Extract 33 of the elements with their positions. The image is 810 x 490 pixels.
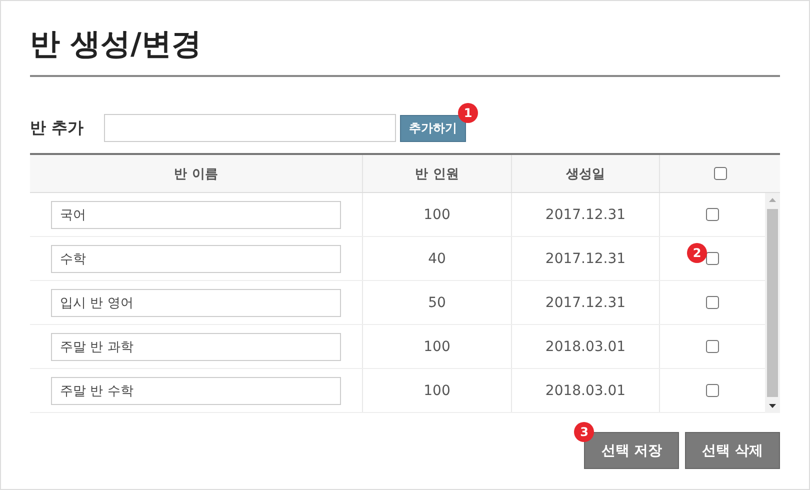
row-checkbox[interactable] — [706, 384, 719, 397]
table-cell: 2017.12.31 — [512, 281, 660, 324]
row-checkbox[interactable] — [706, 296, 719, 309]
class-name-field[interactable]: 주말 반 과학 — [51, 332, 341, 360]
class-name-field[interactable]: 수학 — [51, 244, 341, 272]
table-cell: 100 — [363, 369, 512, 412]
column-header: 반 이름 — [30, 155, 363, 192]
annotation-badge: 1 — [458, 102, 478, 122]
column-header: 반 인원 — [363, 155, 512, 192]
scrollbar[interactable] — [765, 193, 780, 413]
table-cell: 2017.12.31 — [512, 237, 660, 280]
table-cell: 40 — [363, 237, 512, 280]
table-cell: 2018.03.01 — [512, 325, 660, 368]
row-checkbox[interactable] — [706, 252, 719, 265]
annotation-badge: 3 — [574, 422, 594, 442]
page-title: 반 생성/변경 — [30, 23, 780, 77]
add-button[interactable]: 추가하기 — [400, 114, 466, 142]
action-button[interactable]: 선택 삭제 — [685, 432, 780, 469]
class-name-field[interactable]: 입시 반 영어 — [51, 288, 341, 316]
table-cell: 100 — [363, 325, 512, 368]
table-cell: 2017.12.31 — [512, 193, 660, 236]
select-all-checkbox[interactable] — [714, 167, 726, 180]
class-name-field[interactable]: 국어 — [51, 200, 341, 228]
table-cell: 100 — [363, 193, 512, 236]
class-name-field[interactable]: 주말 반 수학 — [51, 376, 341, 404]
column-header: 생성일 — [512, 155, 660, 192]
table-cell: 2018.03.01 — [512, 369, 660, 412]
add-class-label: 반 추가 — [30, 118, 85, 138]
class-name-field[interactable] — [104, 114, 396, 142]
row-checkbox[interactable] — [706, 340, 719, 353]
annotation-badge: 2 — [687, 243, 707, 263]
table-cell: 50 — [363, 281, 512, 324]
row-checkbox[interactable] — [706, 208, 719, 221]
